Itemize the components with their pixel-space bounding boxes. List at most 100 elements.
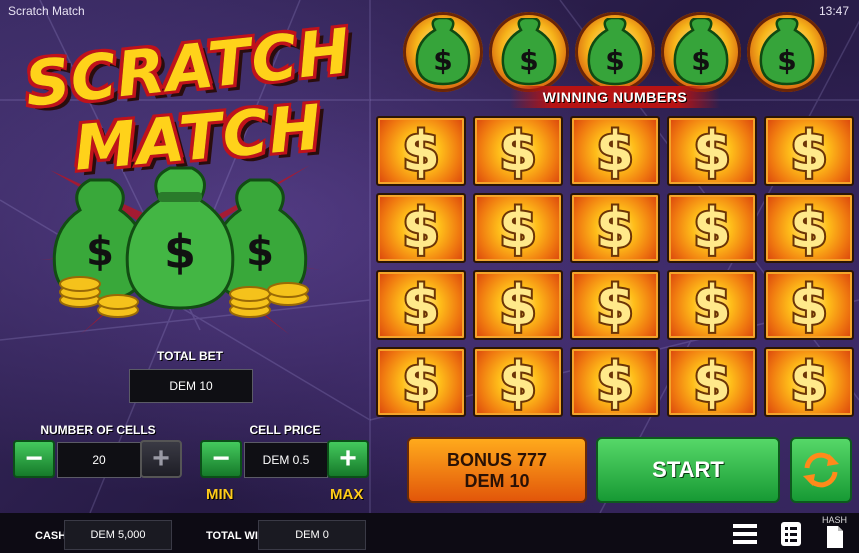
scratch-cell[interactable]: $ (570, 193, 660, 263)
dollar-icon: $ (594, 195, 636, 261)
svg-text:$: $ (790, 197, 828, 260)
status-bar: CASH DEM 5,000 TOTAL WIN DEM 0 HASH (0, 513, 859, 553)
svg-text:$: $ (596, 274, 634, 337)
svg-text:$: $ (519, 44, 538, 77)
dollar-icon: $ (691, 349, 733, 415)
money-bag-icon: $ (415, 18, 471, 86)
svg-text:$: $ (164, 225, 196, 279)
autoplay-button[interactable] (790, 437, 852, 503)
scratch-cell[interactable]: $ (473, 270, 563, 340)
money-bag-icon: $ (501, 18, 557, 86)
dollar-icon: $ (691, 118, 733, 184)
svg-text:$: $ (246, 229, 274, 275)
svg-text:$: $ (693, 120, 731, 183)
svg-text:$: $ (86, 229, 114, 275)
scratch-cell[interactable]: $ (376, 193, 466, 263)
menu-icon[interactable] (733, 523, 757, 545)
document-icon[interactable] (826, 525, 844, 549)
svg-text:$: $ (777, 44, 796, 77)
dollar-icon: $ (497, 195, 539, 261)
bonus-label: BONUS 777 (446, 450, 548, 470)
plus-icon: + (339, 442, 357, 475)
scratch-cell[interactable]: $ (376, 347, 466, 417)
window-title: Scratch Match (8, 4, 85, 18)
min-label[interactable]: MIN (206, 486, 234, 503)
winning-numbers-row: $ $ $ $ $ WINNING NUMBERS (400, 8, 830, 108)
total-win-value: DEM 0 (258, 520, 366, 550)
money-bag-icon: $ (673, 18, 729, 86)
scratch-cell[interactable]: $ (764, 347, 854, 417)
paytable-icon[interactable] (780, 521, 802, 547)
scratch-cell[interactable]: $ (570, 116, 660, 186)
scratch-cell[interactable]: $ (570, 347, 660, 417)
dollar-icon: $ (497, 349, 539, 415)
cell-price-increase-button[interactable]: + (327, 440, 369, 478)
minus-icon: − (25, 442, 43, 475)
minus-icon: − (212, 442, 230, 475)
money-bag-icon: $ (759, 18, 815, 86)
dollar-icon: $ (400, 349, 442, 415)
scratch-grid: $ $ $ $ $ $ $ $ $ $ $ $ $ $ $ $ $ $ $ $ (376, 116, 854, 420)
scratch-cell[interactable]: $ (473, 193, 563, 263)
scratch-cell[interactable]: $ (473, 347, 563, 417)
dollar-icon: $ (497, 118, 539, 184)
cells-increase-button[interactable]: + (140, 440, 182, 478)
dollar-icon: $ (594, 272, 636, 338)
scratch-cell[interactable]: $ (667, 270, 757, 340)
dollar-icon: $ (788, 349, 830, 415)
dollar-icon: $ (691, 272, 733, 338)
svg-text:$: $ (790, 274, 828, 337)
scratch-cell[interactable]: $ (473, 116, 563, 186)
scratch-cell[interactable]: $ (667, 193, 757, 263)
dollar-icon: $ (400, 118, 442, 184)
scratch-cell[interactable]: $ (764, 116, 854, 186)
svg-text:$: $ (790, 120, 828, 183)
start-button[interactable]: START (596, 437, 780, 503)
dollar-icon: $ (400, 272, 442, 338)
scratch-cell[interactable]: $ (764, 193, 854, 263)
svg-text:$: $ (402, 274, 440, 337)
winning-numbers-banner: WINNING NUMBERS (510, 86, 720, 108)
scratch-cell[interactable]: $ (570, 270, 660, 340)
scratch-cell[interactable]: $ (667, 116, 757, 186)
winning-number-coin: $ (661, 12, 741, 92)
dollar-icon: $ (400, 195, 442, 261)
svg-text:$: $ (433, 44, 452, 77)
svg-text:$: $ (596, 120, 634, 183)
dollar-icon: $ (497, 272, 539, 338)
cells-decrease-button[interactable]: − (13, 440, 55, 478)
cash-value: DEM 5,000 (64, 520, 172, 550)
bonus-buy-button[interactable]: BONUS 777 DEM 10 (407, 437, 587, 503)
hash-label: HASH (821, 515, 847, 525)
total-bet-label: TOTAL BET (157, 349, 223, 363)
cell-price-decrease-button[interactable]: − (200, 440, 242, 478)
scratch-cell[interactable]: $ (376, 116, 466, 186)
dollar-icon: $ (788, 195, 830, 261)
winning-number-coin: $ (575, 12, 655, 92)
max-label[interactable]: MAX (330, 486, 363, 503)
winning-number-coin: $ (403, 12, 483, 92)
cell-price-label: CELL PRICE (249, 423, 321, 437)
svg-text:$: $ (499, 274, 537, 337)
dollar-icon: $ (788, 272, 830, 338)
winning-number-coin: $ (747, 12, 827, 92)
cash-label: CASH (35, 530, 67, 542)
svg-text:$: $ (693, 274, 731, 337)
svg-text:$: $ (499, 351, 537, 414)
svg-text:$: $ (402, 351, 440, 414)
start-label: START (652, 457, 724, 482)
cell-price-value: DEM 0.5 (244, 442, 328, 478)
svg-text:$: $ (596, 351, 634, 414)
scratch-cell[interactable]: $ (667, 347, 757, 417)
scratch-cell[interactable]: $ (376, 270, 466, 340)
plus-icon: + (152, 442, 170, 475)
svg-text:$: $ (693, 197, 731, 260)
svg-text:$: $ (499, 197, 537, 260)
svg-text:$: $ (691, 44, 710, 77)
dollar-icon: $ (594, 349, 636, 415)
winning-number-coin: $ (489, 12, 569, 92)
dollar-icon: $ (691, 195, 733, 261)
svg-text:$: $ (402, 197, 440, 260)
svg-text:$: $ (402, 120, 440, 183)
scratch-cell[interactable]: $ (764, 270, 854, 340)
